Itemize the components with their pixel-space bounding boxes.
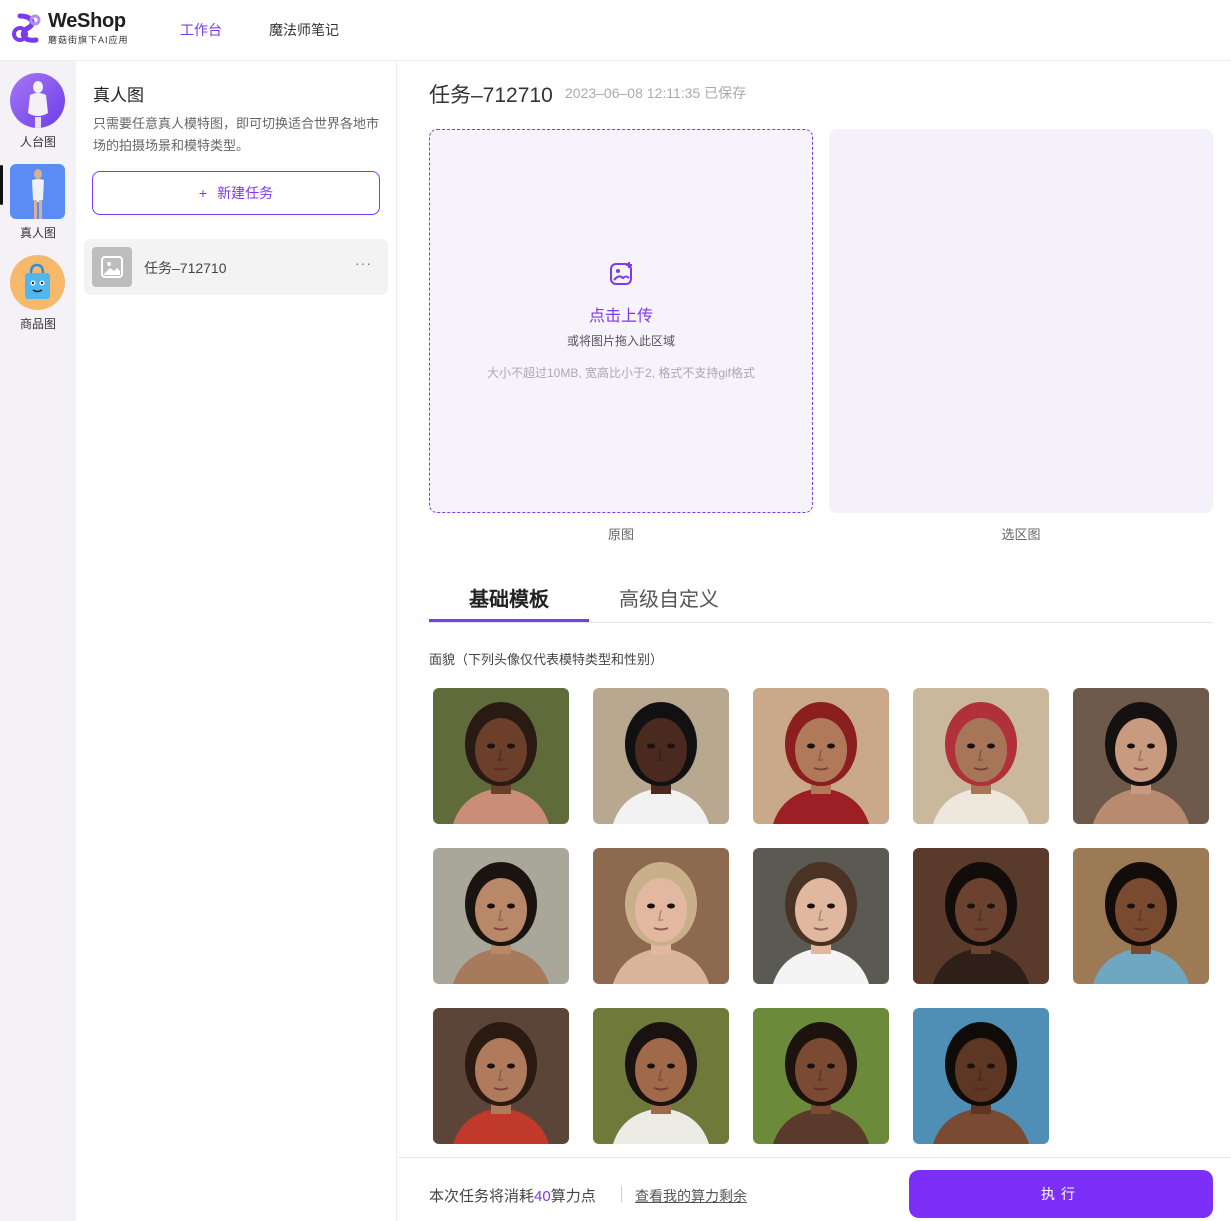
rail-item-product[interactable]: 商品图 [0, 255, 76, 339]
execute-button[interactable]: 执行 [909, 1170, 1213, 1218]
face-option-8[interactable] [753, 848, 889, 984]
cost-text: 本次任务将消耗40算力点 [429, 1185, 596, 1206]
face-option-9[interactable] [913, 848, 1049, 984]
rail-label-product: 商品图 [19, 317, 56, 331]
template-tabs: 基础模板 高级自定义 [429, 571, 1213, 623]
portrait-image [913, 848, 1049, 984]
tab-basic-template[interactable]: 基础模板 [469, 583, 549, 612]
face-option-1[interactable] [433, 688, 569, 824]
upload-title: 点击上传 [588, 308, 653, 325]
face-option-4[interactable] [913, 688, 1049, 824]
brand-name: WeShop [48, 10, 126, 32]
action-footer: 本次任务将消耗40算力点 查看我的算力剩余 执行 [397, 1157, 1231, 1221]
face-option-14[interactable] [913, 1008, 1049, 1144]
portrait-image [753, 1008, 889, 1144]
portrait-image [433, 848, 569, 984]
top-header: WeShop 蘑菇街旗下AI应用 工作台 魔法师笔记 [0, 0, 1231, 61]
cost-value: 40 [534, 1188, 551, 1205]
portrait-image [1073, 688, 1209, 824]
weshop-logo-icon [12, 13, 41, 43]
task-title: 任务–712710 [429, 84, 553, 107]
new-task-button[interactable]: + 新建任务 [92, 171, 380, 215]
panel-description: 只需要任意真人模特图，即可切换适合世界各地市场的拍摄场景和模特类型。 [93, 116, 380, 153]
face-option-3[interactable] [753, 688, 889, 824]
face-option-12[interactable] [593, 1008, 729, 1144]
original-caption: 原图 [607, 527, 634, 542]
active-tab-underline [429, 619, 589, 622]
rail-item-real-model[interactable]: 真人图 [0, 164, 76, 248]
shopping-bag-avatar-icon [10, 255, 65, 310]
upload-hint: 大小不超过10MB, 宽高比小于2, 格式不支持gif格式 [486, 366, 756, 380]
task-list-item[interactable]: 任务–712710 ··· [84, 239, 388, 295]
saved-timestamp: 2023–06–08 12:11:35 已保存 [565, 85, 747, 101]
face-section-label: 面貌（下列头像仅代表模特类型和性别） [429, 652, 664, 667]
portrait-image [753, 688, 889, 824]
brand-logo[interactable]: WeShop 蘑菇街旗下AI应用 [10, 8, 140, 48]
panel-title: 真人图 [93, 86, 144, 105]
cost-suffix: 算力点 [550, 1188, 596, 1205]
selection-preview [829, 129, 1213, 513]
footer-divider [621, 1186, 622, 1202]
main-workspace: 任务–712710 2023–06–08 12:11:35 已保存 点击上传 或… [397, 61, 1231, 1161]
portrait-image [433, 688, 569, 824]
face-option-5[interactable] [1073, 688, 1209, 824]
portrait-image [593, 1008, 729, 1144]
face-option-7[interactable] [593, 848, 729, 984]
nav-wizard-notes[interactable]: 魔法师笔记 [269, 20, 339, 40]
selection-caption: 选区图 [1001, 527, 1041, 542]
portrait-image [913, 1008, 1049, 1144]
task-panel: 真人图 只需要任意真人模特图，即可切换适合世界各地市场的拍摄场景和模特类型。 +… [76, 61, 397, 1221]
cost-prefix: 本次任务将消耗 [429, 1188, 535, 1205]
plus-icon: + [198, 185, 208, 201]
face-option-2[interactable] [593, 688, 729, 824]
face-option-6[interactable] [433, 848, 569, 984]
rail-label-mannequin: 人台图 [19, 135, 56, 149]
feature-rail: 人台图 真人图 商品图 [0, 61, 76, 1221]
mannequin-avatar-icon [10, 73, 65, 128]
rail-label-real-model: 真人图 [19, 226, 56, 240]
portrait-image [753, 848, 889, 984]
rail-item-mannequin[interactable]: 人台图 [0, 73, 76, 157]
face-option-10[interactable] [1073, 848, 1209, 984]
tab-advanced-custom[interactable]: 高级自定义 [619, 583, 719, 612]
task-name: 任务–712710 [144, 260, 227, 276]
portrait-image [593, 688, 729, 824]
image-placeholder-icon [92, 247, 132, 287]
image-upload-dropzone[interactable]: 点击上传 或将图片拖入此区域 大小不超过10MB, 宽高比小于2, 格式不支持g… [429, 129, 813, 513]
nav-workbench[interactable]: 工作台 [180, 20, 222, 40]
portrait-image [1073, 848, 1209, 984]
upload-subtitle: 或将图片拖入此区域 [566, 334, 675, 348]
portrait-image [433, 1008, 569, 1144]
face-option-13[interactable] [753, 1008, 889, 1144]
portrait-image [593, 848, 729, 984]
check-balance-link[interactable]: 查看我的算力剩余 [635, 1186, 747, 1206]
upload-image-icon [610, 262, 632, 285]
model-avatar-icon [10, 164, 65, 219]
new-task-label: 新建任务 [217, 185, 274, 201]
face-option-11[interactable] [433, 1008, 569, 1144]
brand-subtitle: 蘑菇街旗下AI应用 [48, 35, 129, 45]
more-options-icon[interactable]: ··· [355, 255, 372, 271]
portrait-image [913, 688, 1049, 824]
